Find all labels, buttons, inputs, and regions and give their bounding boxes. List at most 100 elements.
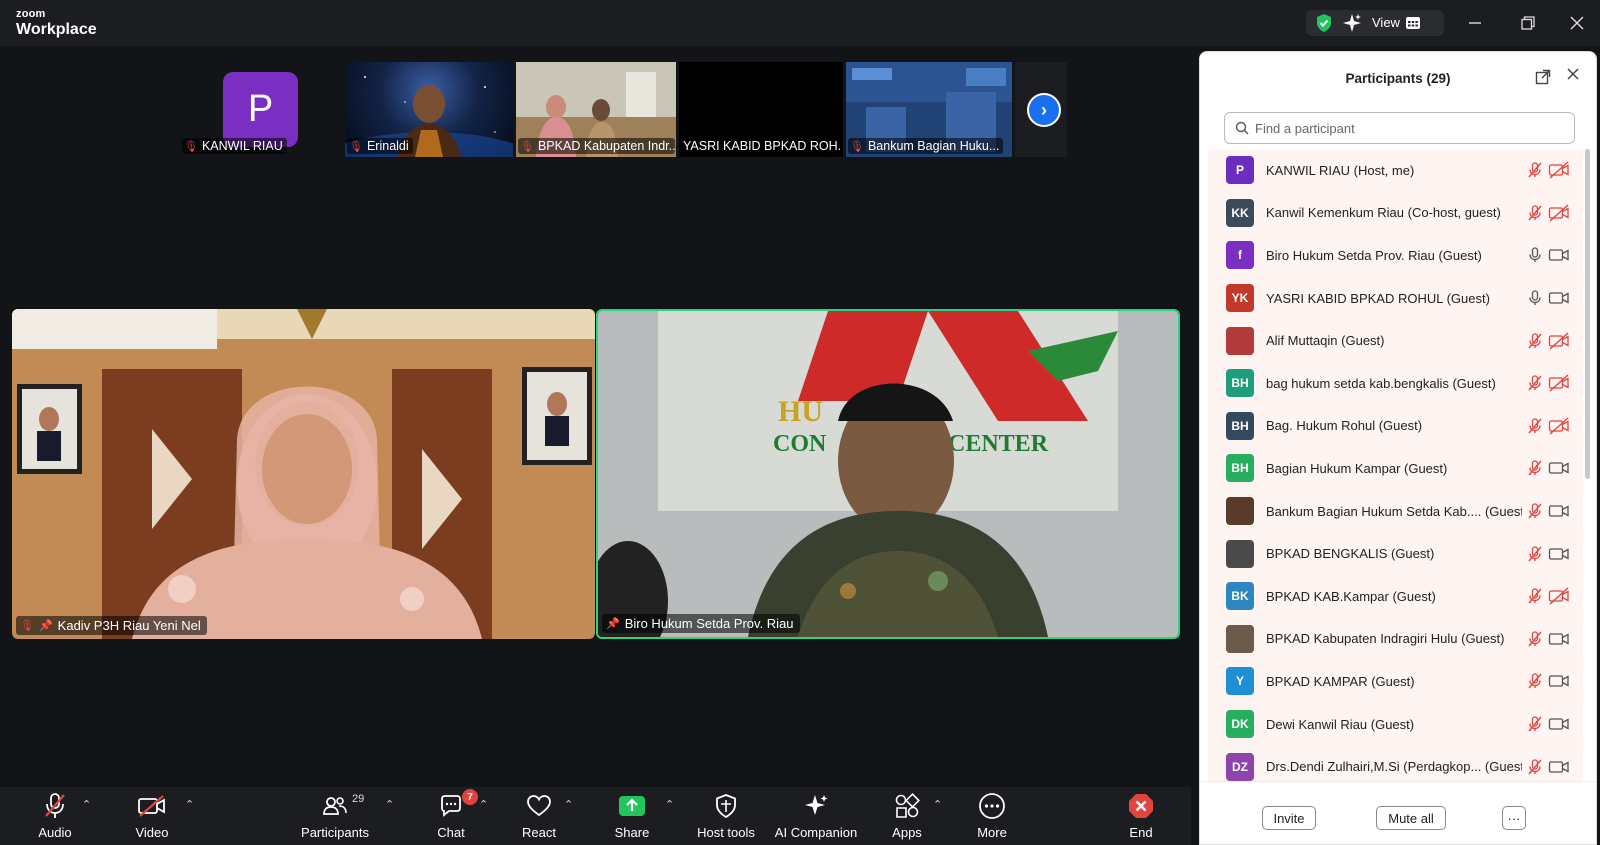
mic-muted-icon[interactable] xyxy=(1526,332,1544,350)
host-tools-button[interactable]: Host tools xyxy=(681,791,771,840)
camera-icon[interactable] xyxy=(1548,246,1570,264)
participant-avatar: f xyxy=(1226,241,1254,270)
thumbnail-name: 🎙 Bankum Bagian Huku... xyxy=(848,138,1004,154)
view-button[interactable]: View xyxy=(1372,15,1420,30)
end-button[interactable]: End xyxy=(1096,791,1186,840)
close-window-icon[interactable] xyxy=(1566,12,1588,34)
camera-off-icon[interactable] xyxy=(1548,161,1570,179)
participants-label: Participants xyxy=(301,825,369,840)
participant-name: Biro Hukum Setda Prov. Riau (Guest) xyxy=(1266,247,1482,263)
search-icon xyxy=(1235,121,1249,135)
participant-row[interactable]: BH Bag. Hukum Rohul (Guest) xyxy=(1208,404,1583,448)
participant-name: KANWIL RIAU (Host, me) xyxy=(1266,162,1415,178)
participant-name: BPKAD KAMPAR (Guest) xyxy=(1266,673,1415,689)
participant-row[interactable]: P KANWIL RIAU (Host, me) xyxy=(1208,149,1583,192)
mic-muted-icon[interactable] xyxy=(1526,758,1544,776)
apps-options-caret-icon[interactable]: ⌃ xyxy=(933,798,942,811)
camera-off-icon[interactable] xyxy=(1548,587,1570,605)
close-panel-icon[interactable] xyxy=(1566,67,1580,86)
share-options-caret-icon[interactable]: ⌃ xyxy=(665,798,674,811)
restore-icon[interactable] xyxy=(1517,12,1539,34)
camera-icon[interactable] xyxy=(1548,758,1570,776)
video-tile-biro-hukum[interactable]: HU CON CENTER 📌 Biro Hukum Setda Prov. R… xyxy=(596,309,1180,639)
participants-options-caret-icon[interactable]: ⌃ xyxy=(385,798,394,811)
mic-muted-icon[interactable] xyxy=(1526,417,1544,435)
participant-avatar: BH xyxy=(1226,411,1254,440)
participant-avatar: DK xyxy=(1226,710,1254,739)
video-button[interactable]: Video xyxy=(107,791,197,840)
participants-button[interactable]: 29 Participants xyxy=(290,791,380,840)
thumbnail-yasri[interactable]: YASRI KABID BPKAD ROH... xyxy=(679,62,843,157)
mic-muted-icon[interactable] xyxy=(1526,459,1544,477)
thumbnail-bpkad-indragiri[interactable]: 🎙 BPKAD Kabupaten Indr... xyxy=(516,62,676,157)
thumbnail-erinaldi[interactable]: 🎙 Erinaldi xyxy=(345,62,513,157)
camera-off-icon[interactable] xyxy=(1548,204,1570,222)
mic-muted-icon[interactable] xyxy=(1526,715,1544,733)
participant-row[interactable]: Alif Muttaqin (Guest) xyxy=(1208,319,1583,362)
participant-row[interactable]: BPKAD BENGKALIS (Guest) xyxy=(1208,532,1583,575)
participant-row[interactable]: BH Bagian Hukum Kampar (Guest) xyxy=(1208,447,1583,490)
camera-off-icon[interactable] xyxy=(1548,374,1570,392)
participant-row[interactable]: KK Kanwil Kemenkum Riau (Co-host, guest) xyxy=(1208,191,1583,235)
pop-out-icon[interactable] xyxy=(1535,69,1551,90)
react-options-caret-icon[interactable]: ⌃ xyxy=(564,798,573,811)
participant-row[interactable]: BK BPKAD KAB.Kampar (Guest) xyxy=(1208,574,1583,618)
search-input[interactable] xyxy=(1255,120,1555,136)
participant-avatar xyxy=(1226,624,1254,653)
shield-check-icon[interactable] xyxy=(1314,13,1334,38)
invite-button[interactable]: Invite xyxy=(1262,806,1316,830)
video-feed: HU CON CENTER xyxy=(598,311,1178,637)
participant-list-scrollbar[interactable] xyxy=(1585,149,1590,749)
panel-more-button[interactable]: ··· xyxy=(1502,806,1526,830)
mic-muted-icon[interactable] xyxy=(1526,374,1544,392)
scrollbar-thumb[interactable] xyxy=(1585,149,1590,479)
thumbnail-bankum[interactable]: 🎙 Bankum Bagian Huku... xyxy=(846,62,1012,157)
video-tile-kadiv-p3h[interactable]: 🎙 📌 Kadiv P3H Riau Yeni Nel xyxy=(12,309,595,639)
mic-muted-icon[interactable] xyxy=(1526,545,1544,563)
camera-icon[interactable] xyxy=(1548,630,1570,648)
camera-off-icon[interactable] xyxy=(1548,332,1570,350)
camera-off-icon[interactable] xyxy=(1548,417,1570,435)
participant-row[interactable]: YK YASRI KABID BPKAD ROHUL (Guest) xyxy=(1208,276,1583,320)
next-page-arrow-icon[interactable]: › xyxy=(1027,93,1061,127)
camera-icon[interactable] xyxy=(1548,672,1570,690)
participant-row[interactable]: DZ Drs.Dendi Zulhairi,M.Si (Perdagkop... … xyxy=(1208,745,1583,781)
camera-icon[interactable] xyxy=(1548,715,1570,733)
participant-name: Alif Muttaqin (Guest) xyxy=(1266,333,1385,349)
camera-icon[interactable] xyxy=(1548,502,1570,520)
participant-row[interactable]: Bankum Bagian Hukum Setda Kab.... (Guest… xyxy=(1208,489,1583,533)
mic-muted-icon[interactable] xyxy=(1526,502,1544,520)
participant-row[interactable]: BPKAD Kabupaten Indragiri Hulu (Guest) xyxy=(1208,617,1583,661)
mic-muted-icon[interactable] xyxy=(1526,672,1544,690)
ai-sparkle-icon[interactable] xyxy=(1342,13,1362,38)
camera-icon[interactable] xyxy=(1548,289,1570,307)
participant-row[interactable]: BH bag hukum setda kab.bengkalis (Guest) xyxy=(1208,361,1583,405)
chat-icon xyxy=(439,791,463,821)
mic-icon[interactable] xyxy=(1526,246,1544,264)
participant-search[interactable] xyxy=(1224,112,1575,144)
mic-icon[interactable] xyxy=(1526,289,1544,307)
participant-row[interactable]: DK Dewi Kanwil Riau (Guest) xyxy=(1208,702,1583,746)
end-call-icon xyxy=(1128,791,1154,821)
mute-all-button[interactable]: Mute all xyxy=(1376,806,1446,830)
mic-muted-icon[interactable] xyxy=(1526,161,1544,179)
participant-row[interactable]: f Biro Hukum Setda Prov. Riau (Guest) xyxy=(1208,234,1583,277)
pin-icon: 📌 xyxy=(38,620,53,632)
share-button[interactable]: Share xyxy=(587,791,677,840)
end-label: End xyxy=(1129,825,1153,840)
minimize-icon[interactable] xyxy=(1464,12,1486,34)
participant-row[interactable]: Y BPKAD KAMPAR (Guest) xyxy=(1208,660,1583,703)
chat-options-caret-icon[interactable]: ⌃ xyxy=(479,798,488,811)
mic-muted-icon[interactable] xyxy=(1526,204,1544,222)
ai-companion-button[interactable]: AI Companion xyxy=(771,791,861,840)
participant-avatar xyxy=(1226,326,1254,355)
camera-icon[interactable] xyxy=(1548,459,1570,477)
video-options-caret-icon[interactable]: ⌃ xyxy=(185,798,194,811)
mic-muted-icon[interactable] xyxy=(1526,630,1544,648)
more-button[interactable]: More xyxy=(947,791,1037,840)
participant-avatar: BH xyxy=(1226,369,1254,398)
camera-icon[interactable] xyxy=(1548,545,1570,563)
thumbnail-kanwil-riau[interactable]: P 🎙 KANWIL RIAU xyxy=(180,62,340,157)
audio-options-caret-icon[interactable]: ⌃ xyxy=(82,798,91,811)
mic-muted-icon[interactable] xyxy=(1526,587,1544,605)
